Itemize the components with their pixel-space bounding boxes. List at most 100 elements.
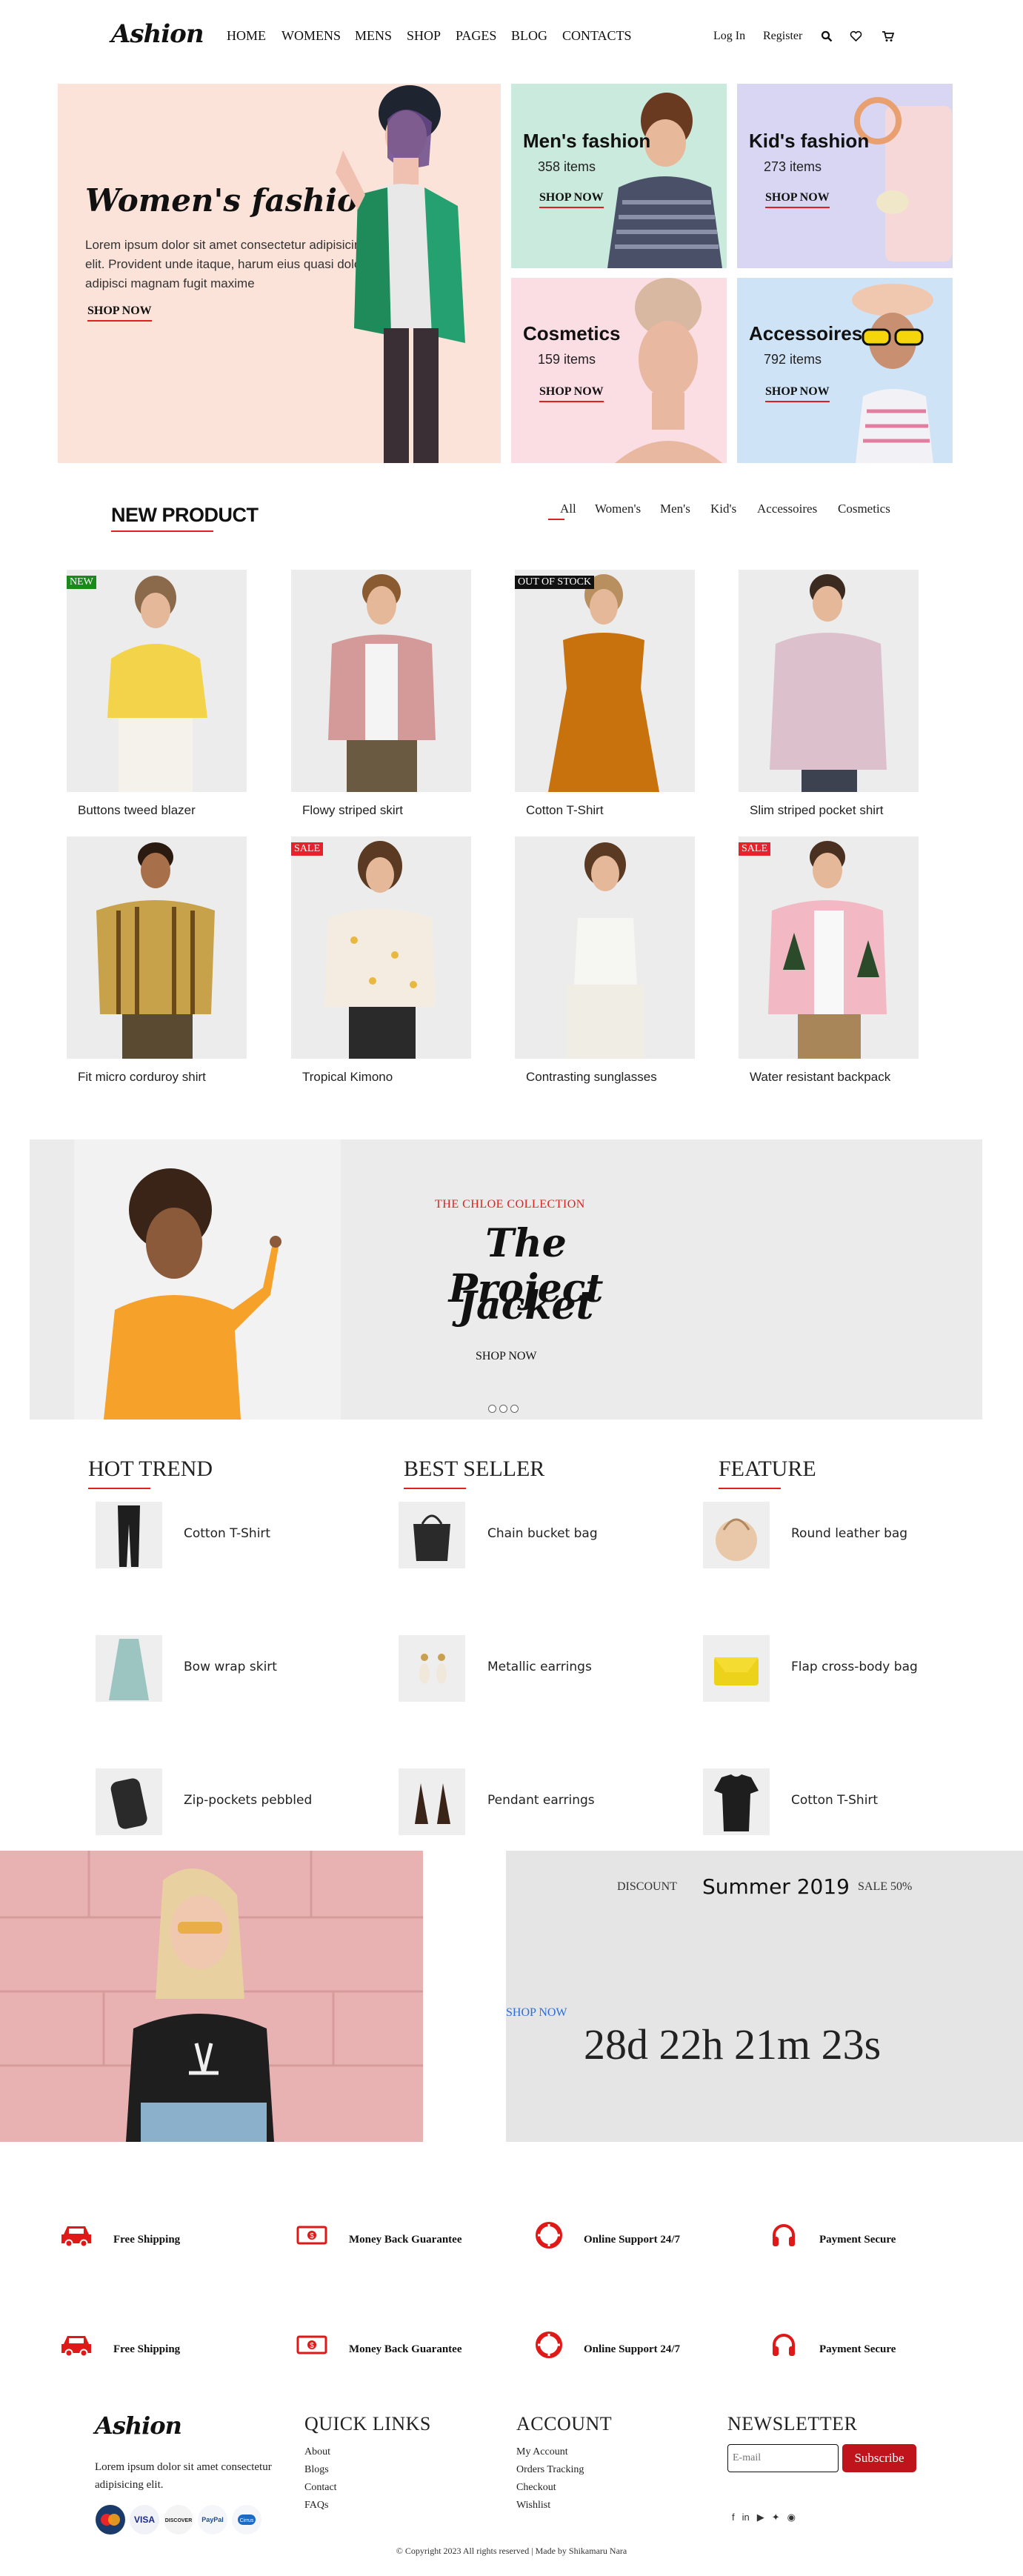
- carousel-dot[interactable]: [488, 1405, 496, 1413]
- tile-kids-shop-now[interactable]: SHOP NOW: [765, 191, 830, 208]
- footer-link-orders-tracking[interactable]: Orders Tracking: [516, 2464, 584, 2476]
- filter-mens[interactable]: Men's: [660, 502, 690, 516]
- youtube-icon[interactable]: ▶: [757, 2512, 764, 2523]
- tile-mens-count: 358 items: [538, 159, 596, 174]
- tile-accessoires[interactable]: Accessoires 792 items SHOP NOW: [737, 278, 953, 463]
- product-name-1[interactable]: Buttons tweed blazer: [78, 803, 196, 818]
- filter-kids[interactable]: Kid's: [710, 502, 736, 516]
- nav-home[interactable]: HOME: [227, 28, 266, 44]
- hero-shop-now[interactable]: SHOP NOW: [87, 304, 152, 322]
- discount-shop-now[interactable]: SHOP NOW: [506, 2006, 567, 2020]
- product-image-4[interactable]: [739, 570, 919, 792]
- product-name-7[interactable]: Contrasting sunglasses: [526, 1070, 657, 1085]
- tile-cosmetics-shop-now[interactable]: SHOP NOW: [539, 385, 604, 402]
- list-item-name[interactable]: Round leather bag: [791, 1526, 907, 1541]
- product-image-2[interactable]: [291, 570, 471, 792]
- heart-icon[interactable]: [850, 30, 862, 42]
- list-item-name[interactable]: Cotton T-Shirt: [184, 1526, 270, 1541]
- product-name-4[interactable]: Slim striped pocket shirt: [750, 803, 883, 818]
- newsletter-email-input[interactable]: [727, 2444, 839, 2472]
- product-image-3[interactable]: OUT OF STOCK: [515, 570, 695, 792]
- facebook-icon[interactable]: f: [732, 2512, 735, 2523]
- list-item-name[interactable]: Bow wrap skirt: [184, 1660, 277, 1674]
- list-item-name[interactable]: Cotton T-Shirt: [791, 1793, 878, 1808]
- footer-link-my-account[interactable]: My Account: [516, 2446, 568, 2458]
- product-image-6[interactable]: SALE: [291, 836, 471, 1059]
- footer-link-checkout[interactable]: Checkout: [516, 2482, 556, 2494]
- hero-womens-fashion[interactable]: Women's fashion Lorem ipsum dolor sit am…: [58, 84, 501, 463]
- svg-text:PayPal: PayPal: [201, 2516, 224, 2523]
- tile-cosmetics[interactable]: Cosmetics 159 items SHOP NOW: [511, 278, 727, 463]
- tile-mens-shop-now[interactable]: SHOP NOW: [539, 191, 604, 208]
- svg-text:DISCOVER: DISCOVER: [165, 2518, 193, 2523]
- list-thumb[interactable]: [399, 1502, 465, 1568]
- tile-kids-fashion[interactable]: Kid's fashion 273 items SHOP NOW: [737, 84, 953, 268]
- login-link[interactable]: Log In: [713, 30, 745, 43]
- product-image-5[interactable]: [67, 836, 247, 1059]
- product-name-3[interactable]: Cotton T-Shirt: [526, 803, 604, 818]
- tile-mens-title: Men's fashion: [523, 130, 651, 152]
- search-icon[interactable]: [821, 30, 833, 42]
- carousel-dot[interactable]: [510, 1405, 519, 1413]
- list-thumb[interactable]: [96, 1502, 162, 1568]
- list-thumb[interactable]: [399, 1635, 465, 1702]
- kids-clothes-image: [854, 97, 952, 262]
- footer-copyright: © Copyright 2023 All rights reserved | M…: [396, 2546, 627, 2556]
- man-model-image: [607, 93, 722, 268]
- twitter-icon[interactable]: ✦: [772, 2512, 780, 2523]
- filter-accessoires[interactable]: Accessoires: [757, 502, 817, 516]
- nav-womens[interactable]: WOMENS: [281, 28, 341, 44]
- footer-link-contact[interactable]: Contact: [304, 2482, 337, 2494]
- product-image-7[interactable]: [515, 836, 695, 1059]
- list-thumb[interactable]: [96, 1635, 162, 1702]
- product-name-2[interactable]: Flowy striped skirt: [302, 803, 403, 818]
- product-name-5[interactable]: Fit micro corduroy shirt: [78, 1070, 206, 1085]
- service-online-support: Online Support 24/7: [584, 2234, 681, 2246]
- banner-shop-now[interactable]: SHOP NOW: [476, 1350, 537, 1363]
- cosmetics-model-image: [615, 278, 722, 463]
- list-thumb[interactable]: [703, 1502, 770, 1568]
- footer-link-wishlist[interactable]: Wishlist: [516, 2500, 550, 2512]
- list-item-name[interactable]: Flap cross-body bag: [791, 1660, 918, 1674]
- footer-link-faqs[interactable]: FAQs: [304, 2500, 328, 2512]
- nav-shop[interactable]: SHOP: [407, 28, 441, 44]
- cart-icon[interactable]: [882, 30, 894, 42]
- list-item-name[interactable]: Chain bucket bag: [487, 1526, 598, 1541]
- subscribe-button[interactable]: Subscribe: [842, 2444, 916, 2472]
- tile-mens-fashion[interactable]: Men's fashion 358 items SHOP NOW: [511, 84, 727, 268]
- nav-contacts[interactable]: CONTACTS: [562, 28, 632, 44]
- list-thumb[interactable]: [96, 1768, 162, 1835]
- list-thumb[interactable]: [399, 1768, 465, 1835]
- tile-accessoires-shop-now[interactable]: SHOP NOW: [765, 385, 830, 402]
- badge-sale: SALE: [291, 842, 323, 856]
- list-thumb[interactable]: [703, 1768, 770, 1835]
- logo[interactable]: Ashion: [111, 19, 204, 49]
- list-item-name[interactable]: Metallic earrings: [487, 1660, 592, 1674]
- filter-womens[interactable]: Women's: [595, 502, 641, 516]
- product-name-6[interactable]: Tropical Kimono: [302, 1070, 393, 1085]
- list-title-feature: FEATURE: [719, 1457, 816, 1489]
- footer-link-blogs[interactable]: Blogs: [304, 2464, 329, 2476]
- nav-pages[interactable]: PAGES: [456, 28, 496, 44]
- car-icon: [61, 2226, 91, 2248]
- product-image-1[interactable]: NEW: [67, 570, 247, 792]
- nav-blog[interactable]: BLOG: [511, 28, 547, 44]
- carousel-dot[interactable]: [499, 1405, 507, 1413]
- footer-logo[interactable]: Ashion: [95, 2412, 182, 2440]
- filter-all[interactable]: All: [560, 502, 576, 516]
- footer-link-about[interactable]: About: [304, 2446, 330, 2458]
- list-item-name[interactable]: Zip-pockets pebbled: [184, 1793, 312, 1808]
- product-image-8[interactable]: SALE: [739, 836, 919, 1059]
- nav-mens[interactable]: MENS: [355, 28, 392, 44]
- product-name-8[interactable]: Water resistant backpack: [750, 1070, 890, 1085]
- tshirt-image: [714, 1774, 759, 1831]
- list-item-name[interactable]: Pendant earrings: [487, 1793, 595, 1808]
- footer-account-title: ACCOUNT: [516, 2413, 613, 2434]
- register-link[interactable]: Register: [763, 30, 802, 43]
- linkedin-icon[interactable]: in: [742, 2512, 750, 2523]
- filter-cosmetics[interactable]: Cosmetics: [838, 502, 890, 516]
- mastercard-icon: [96, 2505, 125, 2535]
- list-thumb[interactable]: [703, 1635, 770, 1702]
- product-photo: [328, 574, 436, 792]
- pinterest-icon[interactable]: ◉: [787, 2512, 796, 2523]
